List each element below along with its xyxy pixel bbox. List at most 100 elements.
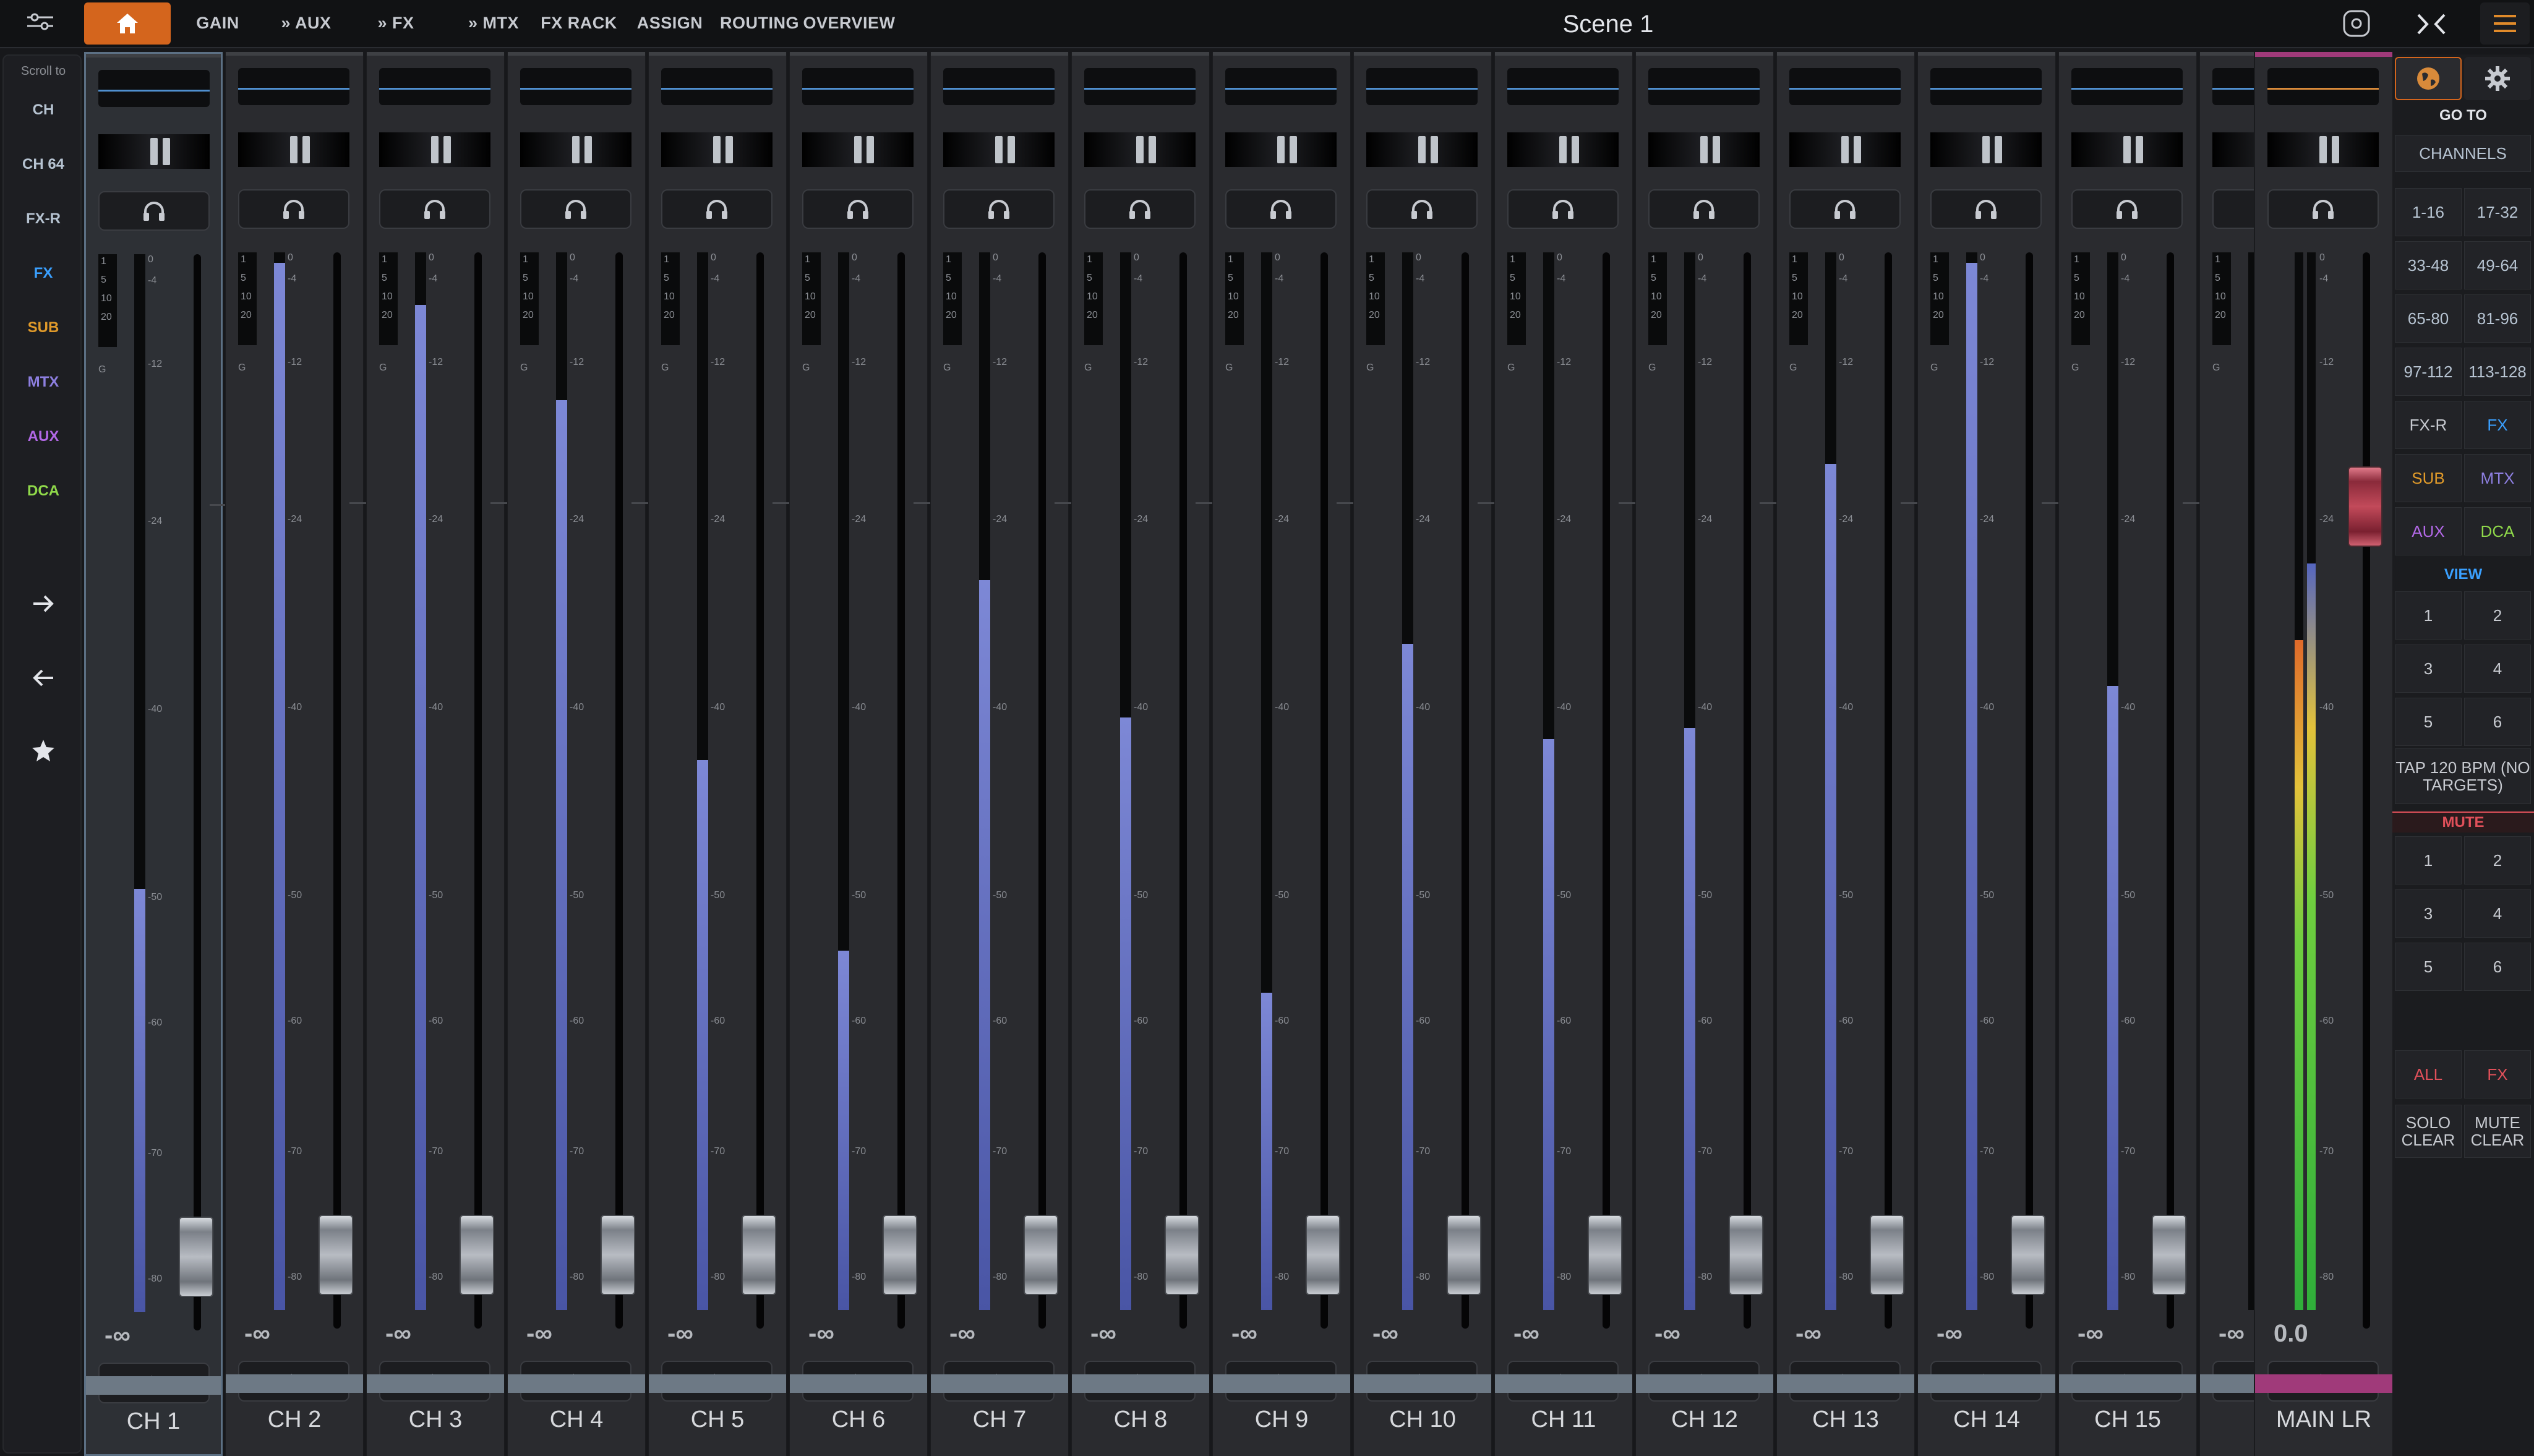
eq-thumbnail[interactable]	[1084, 68, 1196, 105]
fader-track[interactable]	[194, 254, 201, 1330]
fader-track[interactable]	[897, 252, 905, 1329]
fader-track[interactable]	[2167, 252, 2174, 1329]
channel-name[interactable]: CH 2	[226, 1407, 363, 1433]
menu-button[interactable]	[2480, 2, 2530, 45]
fader-track[interactable]	[474, 252, 482, 1329]
fader-handle[interactable]	[1024, 1215, 1058, 1295]
pan-control[interactable]	[943, 132, 1055, 167]
target-icon[interactable]	[2340, 7, 2373, 40]
eq-thumbnail[interactable]	[520, 68, 631, 105]
home-button[interactable]	[84, 2, 171, 45]
mute-group-button-1[interactable]: 1	[2395, 836, 2462, 884]
fader-track[interactable]	[1603, 252, 1610, 1329]
mute-clear-button[interactable]: MUTE CLEAR	[2464, 1105, 2531, 1158]
channel-name[interactable]: CH 12	[1636, 1407, 1773, 1433]
eq-thumbnail[interactable]	[98, 70, 210, 107]
goto-range-113-128[interactable]: 113-128	[2464, 348, 2531, 396]
main-solo-button[interactable]	[2267, 189, 2379, 229]
solo-button[interactable]	[1930, 189, 2042, 229]
arrow-right-icon[interactable]	[31, 591, 56, 616]
eq-thumbnail[interactable]	[1366, 68, 1478, 105]
fader-track[interactable]	[756, 252, 764, 1329]
fader-handle[interactable]	[742, 1215, 776, 1295]
main-pan-control[interactable]	[2267, 132, 2379, 167]
pan-control[interactable]	[1648, 132, 1760, 167]
goto-range-33-48[interactable]: 33-48	[2395, 241, 2462, 289]
pan-control[interactable]	[379, 132, 490, 167]
eq-thumbnail[interactable]	[1789, 68, 1901, 105]
mute-group-button-2[interactable]: 2	[2464, 836, 2531, 884]
eq-thumbnail[interactable]	[802, 68, 914, 105]
scroll-ch64[interactable]: CH 64	[4, 156, 83, 173]
eq-thumbnail[interactable]	[661, 68, 773, 105]
scroll-mtx[interactable]: MTX	[4, 374, 83, 391]
pan-control[interactable]	[98, 134, 210, 169]
nav-fx-rack[interactable]: FX RACK	[541, 4, 617, 42]
nav-mtx[interactable]: » MTX	[456, 4, 531, 42]
pan-control[interactable]	[1930, 132, 2042, 167]
fader-track[interactable]	[1744, 252, 1751, 1329]
mute-group-button-5[interactable]: 5	[2395, 943, 2462, 991]
eq-thumbnail[interactable]	[1648, 68, 1760, 105]
goto-type-dca[interactable]: DCA	[2464, 507, 2531, 555]
fader-handle[interactable]	[601, 1215, 635, 1295]
fader-track[interactable]	[1462, 252, 1469, 1329]
scroll-dca[interactable]: DCA	[4, 482, 83, 500]
settings-button[interactable]	[2464, 57, 2531, 100]
eq-thumbnail[interactable]	[2071, 68, 2183, 105]
pan-control[interactable]	[1366, 132, 1478, 167]
goto-range-1-16[interactable]: 1-16	[2395, 188, 2462, 236]
collapse-icon[interactable]	[2410, 9, 2453, 40]
fader-handle[interactable]	[460, 1215, 494, 1295]
solo-button[interactable]	[1507, 189, 1619, 229]
solo-button[interactable]	[661, 189, 773, 229]
arrow-left-icon[interactable]	[31, 666, 56, 690]
mute-group-button-4[interactable]: 4	[2464, 889, 2531, 938]
fader-track[interactable]	[1321, 252, 1328, 1329]
nav-assign[interactable]: ASSIGN	[636, 4, 704, 42]
solo-button[interactable]	[1648, 189, 1760, 229]
pan-control[interactable]	[1084, 132, 1196, 167]
goto-range-65-80[interactable]: 65-80	[2395, 294, 2462, 343]
fader-track[interactable]	[615, 252, 623, 1329]
channel-name[interactable]: CH 11	[1495, 1407, 1632, 1433]
channel-name[interactable]: CH 6	[790, 1407, 927, 1433]
pan-control[interactable]	[1789, 132, 1901, 167]
goto-type-mtx[interactable]: MTX	[2464, 454, 2531, 502]
scroll-sub[interactable]: SUB	[4, 319, 83, 336]
channel-name[interactable]: CH 10	[1354, 1407, 1491, 1433]
fader-track[interactable]	[1179, 252, 1187, 1329]
fader-handle[interactable]	[179, 1217, 213, 1297]
mute-fx-button[interactable]: FX	[2464, 1050, 2531, 1098]
fader-handle[interactable]	[1870, 1215, 1904, 1295]
main-fader-track[interactable]	[2363, 252, 2370, 1329]
solo-button[interactable]	[379, 189, 490, 229]
goto-type-fx-r[interactable]: FX-R	[2395, 401, 2462, 449]
channel-name[interactable]: CH 3	[367, 1407, 504, 1433]
view-button-6[interactable]: 6	[2464, 698, 2531, 746]
solo-button[interactable]	[1084, 189, 1196, 229]
solo-clear-button[interactable]: SOLO CLEAR	[2395, 1105, 2462, 1158]
fader-handle[interactable]	[2011, 1215, 2045, 1295]
fader-handle[interactable]	[1588, 1215, 1622, 1295]
channel-name[interactable]: CH 14	[1918, 1407, 2055, 1433]
fader-track[interactable]	[2026, 252, 2033, 1329]
channel-name[interactable]: CH 13	[1777, 1407, 1914, 1433]
fader-track[interactable]	[1038, 252, 1046, 1329]
channel-name[interactable]: CH 1	[86, 1408, 221, 1435]
channel-name[interactable]: CH 8	[1072, 1407, 1209, 1433]
mute-all-button[interactable]: ALL	[2395, 1050, 2462, 1098]
scroll-ch[interactable]: CH	[4, 101, 83, 119]
eq-thumbnail[interactable]	[1507, 68, 1619, 105]
pan-control[interactable]	[1225, 132, 1337, 167]
goto-range-81-96[interactable]: 81-96	[2464, 294, 2531, 343]
goto-type-aux[interactable]: AUX	[2395, 507, 2462, 555]
fader-handle[interactable]	[1447, 1215, 1481, 1295]
view-button-3[interactable]: 3	[2395, 644, 2462, 693]
settings-sliders-icon[interactable]	[25, 11, 56, 36]
scroll-fx-r[interactable]: FX-R	[4, 210, 83, 228]
goto-type-fx[interactable]: FX	[2464, 401, 2531, 449]
nav-fx[interactable]: » FX	[365, 4, 427, 42]
solo-button[interactable]	[2071, 189, 2183, 229]
view-button-1[interactable]: 1	[2395, 591, 2462, 640]
